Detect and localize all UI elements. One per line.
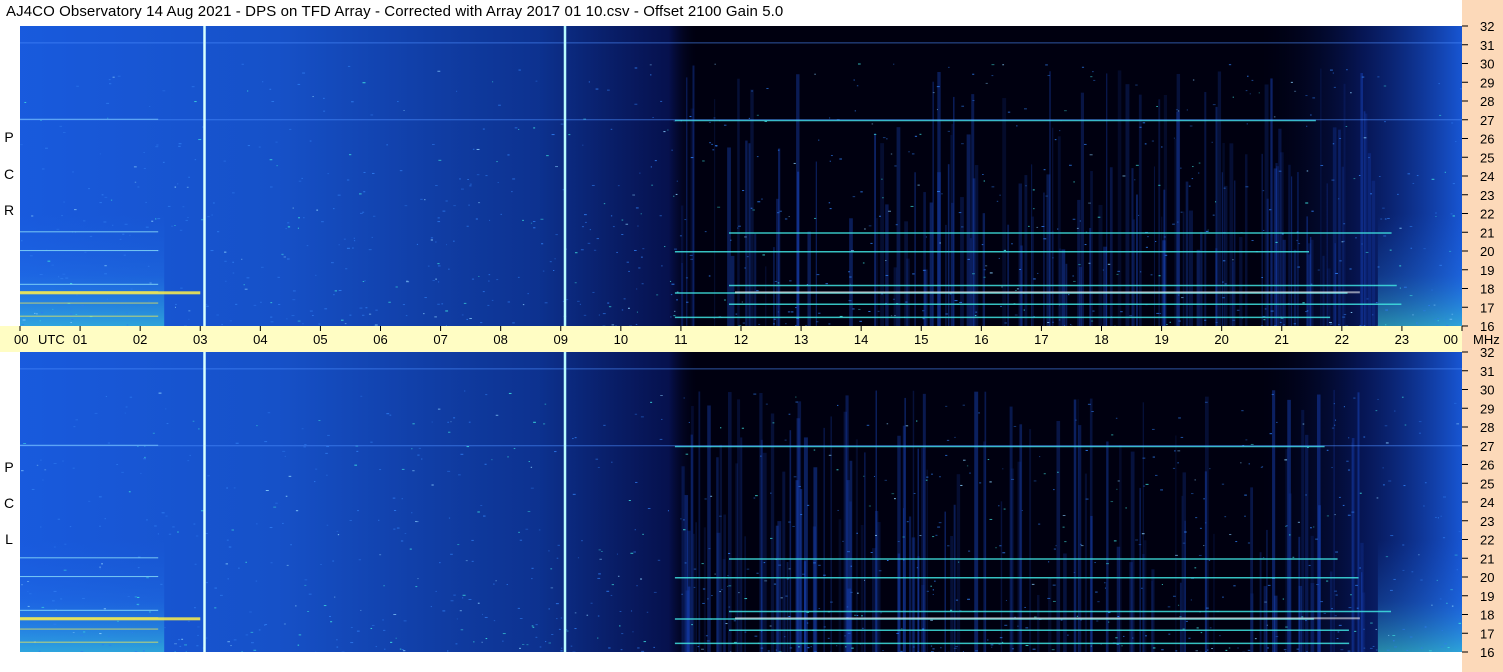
rcp-freq-tick-label: 30 [1480,57,1494,72]
lcp-freq-tick-label: 32 [1480,345,1494,360]
rcp-freq-tick-label: 18 [1480,282,1494,297]
utc-axis-label: UTC [38,332,65,347]
lcp-freq-tick-label: 23 [1480,514,1494,529]
lcp-freq-tick-label: 28 [1480,420,1494,435]
rcp-freq-tick-label: 22 [1480,207,1494,222]
lcp-freq-tick-label: 22 [1480,533,1494,548]
lcp-freq-tick-label: 27 [1480,439,1494,454]
rcp-freq-tick-label: 23 [1480,188,1494,203]
lcp-freq-tick-label: 31 [1480,364,1494,379]
utc-tick-label: 01 [73,332,87,347]
lcp-freq-tick-label: 19 [1480,589,1494,604]
utc-tick-label: 17 [1034,332,1048,347]
utc-tick-label: 22 [1335,332,1349,347]
utc-tick-label: 15 [914,332,928,347]
rcp-freq-tick-label: 32 [1480,19,1494,34]
rcp-freq-tick-label: 25 [1480,150,1494,165]
lcp-freq-tick-label: 24 [1480,495,1494,510]
rcp-letter-p: R [3,202,15,218]
lcp-freq-tick-label: 16 [1480,645,1494,660]
rcp-freq-tick-label: 27 [1480,113,1494,128]
lcp-freq-tick-label: 18 [1480,608,1494,623]
rcp-letter-c: C [3,166,15,182]
rcp-freq-tick-label: 28 [1480,94,1494,109]
utc-tick-label: 04 [253,332,267,347]
utc-tick-label: 00 [1444,332,1458,347]
utc-tick-label: 07 [433,332,447,347]
lcp-freq-tick-label: 29 [1480,401,1494,416]
rcp-freq-tick-label: 20 [1480,244,1494,259]
lcp-letter-c: C [3,495,15,511]
utc-tick-label: 19 [1154,332,1168,347]
axis-overlay: 00 01 02 03 04 05 06 07 08 09 10 11 12 13 14 15 16 17 18 19… [14,19,1500,660]
rcp-freq-tick-label: 17 [1480,300,1494,315]
lcp-freq-tick-label: 20 [1480,570,1494,585]
utc-tick-label: 20 [1214,332,1228,347]
rcp-freq-tick-label: 31 [1480,38,1494,53]
lcp-freq-tick-label: 26 [1480,458,1494,473]
utc-tick-label: 09 [554,332,568,347]
utc-tick-label: 05 [313,332,327,347]
utc-tick-label: 21 [1275,332,1289,347]
utc-tick-label: 23 [1395,332,1409,347]
utc-tick-label: 16 [974,332,988,347]
utc-tick-label: 11 [674,332,688,347]
rcp-letter-r: P [4,129,14,145]
utc-tick-label: 14 [854,332,868,347]
utc-tick-label: 10 [614,332,628,347]
rcp-freq-tick-label: 21 [1480,225,1494,240]
rcp-freq-tick-label: 19 [1480,263,1494,278]
rcp-freq-tick-label: 24 [1480,169,1494,184]
utc-tick-label: 06 [373,332,387,347]
lcp-letter-l: P [4,459,14,475]
lcp-letter-p: L [5,531,13,547]
rcp-freq-tick-label: 29 [1480,75,1494,90]
lcp-freq-tick-label: 25 [1480,476,1494,491]
lcp-freq-tick-label: 17 [1480,626,1494,641]
lcp-freq-tick-label: 30 [1480,383,1494,398]
utc-tick-label: 08 [493,332,507,347]
utc-tick-label: 03 [193,332,207,347]
rcp-freq-tick-label: 16 [1480,319,1494,334]
rcp-freq-tick-label: 26 [1480,132,1494,147]
utc-tick-label: 13 [794,332,808,347]
utc-tick-label: 18 [1094,332,1108,347]
lcp-freq-tick-label: 21 [1480,551,1494,566]
utc-tick-label: 02 [133,332,147,347]
utc-tick-label: 00 [14,332,28,347]
utc-tick-label: 12 [734,332,748,347]
